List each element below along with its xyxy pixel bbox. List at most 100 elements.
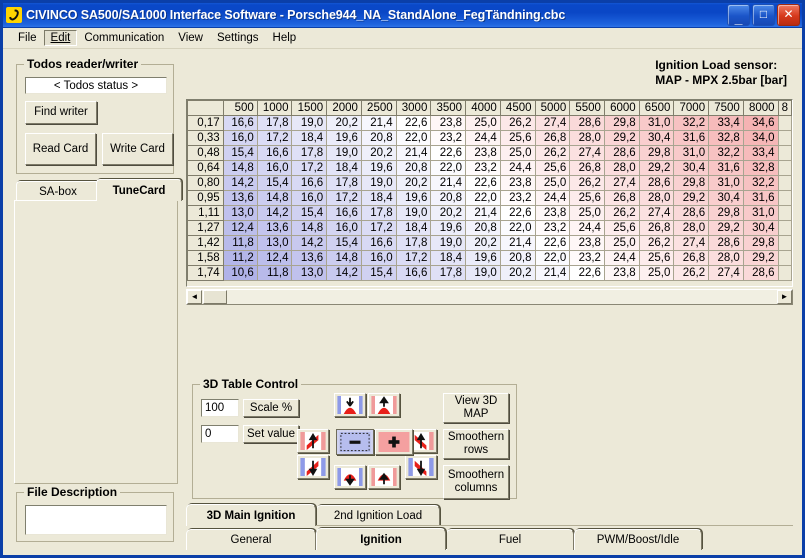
table-cell[interactable]: 30,4 (742, 220, 779, 236)
table-cell[interactable]: 12,4 (256, 250, 293, 266)
table-cell[interactable]: 16,6 (326, 205, 362, 221)
table-column-header[interactable]: 3000 (395, 100, 432, 116)
table-cell[interactable]: 22,6 (395, 115, 432, 131)
table-cell[interactable] (777, 205, 792, 221)
menu-file[interactable]: File (11, 30, 44, 46)
table-row-header[interactable]: 0,64 (187, 160, 224, 176)
table-cell[interactable]: 16,6 (360, 235, 397, 251)
table-cell[interactable]: 28,6 (569, 115, 605, 131)
table-cell[interactable]: 21,4 (499, 235, 536, 251)
table-cell[interactable]: 19,6 (360, 160, 397, 176)
table-cell[interactable]: 23,8 (603, 265, 640, 281)
table-cell[interactable]: 14,2 (256, 205, 293, 221)
table-cell[interactable]: 22,6 (499, 205, 536, 221)
table-cell[interactable]: 31,0 (638, 115, 675, 131)
table-cell[interactable]: 19,0 (326, 145, 362, 161)
table-cell[interactable]: 34,0 (742, 130, 779, 146)
table-cell[interactable]: 27,4 (638, 205, 675, 221)
table-cell[interactable]: 26,2 (603, 205, 640, 221)
table-cell[interactable]: 28,6 (708, 235, 744, 251)
table-cell[interactable]: 22,6 (465, 175, 501, 191)
table-cell[interactable]: 18,4 (395, 220, 432, 236)
slope-tilt-up-left-icon[interactable] (297, 429, 329, 453)
table-cell[interactable]: 17,8 (291, 145, 328, 161)
table-cell[interactable]: 19,0 (430, 235, 467, 251)
table-row-header[interactable]: 1,74 (187, 265, 224, 281)
table-cell[interactable]: 11,8 (222, 235, 258, 251)
table-cell[interactable]: 18,4 (291, 130, 328, 146)
scale-percent-input[interactable]: 100 (201, 399, 239, 417)
table-column-header[interactable]: 1000 (256, 100, 293, 116)
table-column-header[interactable]: 5000 (534, 100, 571, 116)
table-cell[interactable]: 19,0 (465, 265, 501, 281)
table-cell[interactable]: 29,8 (742, 235, 779, 251)
table-cell[interactable]: 16,0 (256, 160, 293, 176)
table-cell[interactable]: 22,0 (395, 130, 432, 146)
table-cell[interactable]: 15,4 (256, 175, 293, 191)
read-card-button[interactable]: Read Card (25, 133, 96, 165)
table-cell[interactable]: 29,2 (708, 220, 744, 236)
table-cell[interactable]: 19,6 (395, 190, 432, 206)
table-cell[interactable] (777, 265, 792, 281)
table-cell[interactable]: 17,2 (291, 160, 328, 176)
menu-settings[interactable]: Settings (210, 30, 266, 46)
hump-shift-up-bottom-right-icon[interactable] (368, 465, 400, 489)
table-cell[interactable]: 11,2 (222, 250, 258, 266)
table-cell[interactable]: 25,0 (603, 235, 640, 251)
table-cell[interactable]: 21,4 (430, 175, 467, 191)
table-cell[interactable] (777, 115, 792, 131)
table-cell[interactable]: 27,4 (534, 115, 571, 131)
table-cell[interactable]: 28,0 (569, 130, 605, 146)
tab-3d-main-ignition[interactable]: 3D Main Ignition (186, 504, 316, 526)
table-cell[interactable] (777, 250, 792, 266)
table-cell[interactable]: 32,8 (742, 160, 779, 176)
table-cell[interactable]: 20,2 (326, 115, 362, 131)
table-cell[interactable]: 26,8 (534, 130, 571, 146)
table-cell[interactable]: 16,0 (222, 130, 258, 146)
table-cell[interactable]: 29,8 (638, 145, 675, 161)
table-row-header[interactable]: 1,27 (187, 220, 224, 236)
table-row-header[interactable]: 1,58 (187, 250, 224, 266)
close-button[interactable]: ✕ (777, 4, 800, 26)
table-cell[interactable]: 33,4 (708, 115, 744, 131)
table-cell[interactable]: 34,6 (742, 115, 779, 131)
table-column-header[interactable]: 6000 (603, 100, 640, 116)
table-cell[interactable]: 28,0 (673, 220, 710, 236)
table-cell[interactable]: 19,0 (395, 205, 432, 221)
table-column-header[interactable]: 3500 (430, 100, 467, 116)
table-cell[interactable]: 32,8 (708, 130, 744, 146)
table-cell[interactable] (777, 175, 792, 191)
table-cell[interactable]: 29,2 (742, 250, 779, 266)
table-cell[interactable]: 20,2 (360, 145, 397, 161)
table-cell[interactable]: 11,8 (256, 265, 293, 281)
table-cell[interactable]: 25,6 (569, 190, 605, 206)
table-cell[interactable]: 17,8 (360, 205, 397, 221)
table-cell[interactable]: 22,0 (465, 190, 501, 206)
table-cell[interactable]: 20,2 (395, 175, 432, 191)
table-cell[interactable]: 16,6 (395, 265, 432, 281)
table-cell[interactable] (777, 235, 792, 251)
table-cell[interactable]: 23,2 (430, 130, 467, 146)
table-cell[interactable]: 25,0 (638, 265, 675, 281)
table-cell[interactable]: 19,0 (291, 115, 328, 131)
table-cell[interactable]: 27,4 (673, 235, 710, 251)
table-cell[interactable]: 20,8 (360, 130, 397, 146)
table-cell[interactable]: 23,8 (465, 145, 501, 161)
table-cell[interactable]: 25,6 (499, 130, 536, 146)
table-cell[interactable]: 23,8 (499, 175, 536, 191)
table-cell[interactable]: 19,6 (465, 250, 501, 266)
table-cell[interactable]: 28,6 (603, 145, 640, 161)
table-row-header[interactable]: 0,33 (187, 130, 224, 146)
table-cell[interactable]: 17,2 (395, 250, 432, 266)
table-cell[interactable]: 21,4 (465, 205, 501, 221)
table-cell[interactable]: 29,8 (673, 175, 710, 191)
minimize-button[interactable]: _ (727, 4, 750, 26)
slope-tilt-down-right-icon[interactable] (405, 455, 437, 479)
table-cell[interactable]: 19,6 (430, 220, 467, 236)
table-cell[interactable]: 20,8 (430, 190, 467, 206)
table-cell[interactable]: 22,6 (430, 145, 467, 161)
table-cell[interactable]: 19,0 (360, 175, 397, 191)
tab-general[interactable]: General (186, 529, 316, 550)
table-row-header[interactable]: 1,11 (187, 205, 224, 221)
table-cell[interactable]: 26,2 (534, 145, 571, 161)
